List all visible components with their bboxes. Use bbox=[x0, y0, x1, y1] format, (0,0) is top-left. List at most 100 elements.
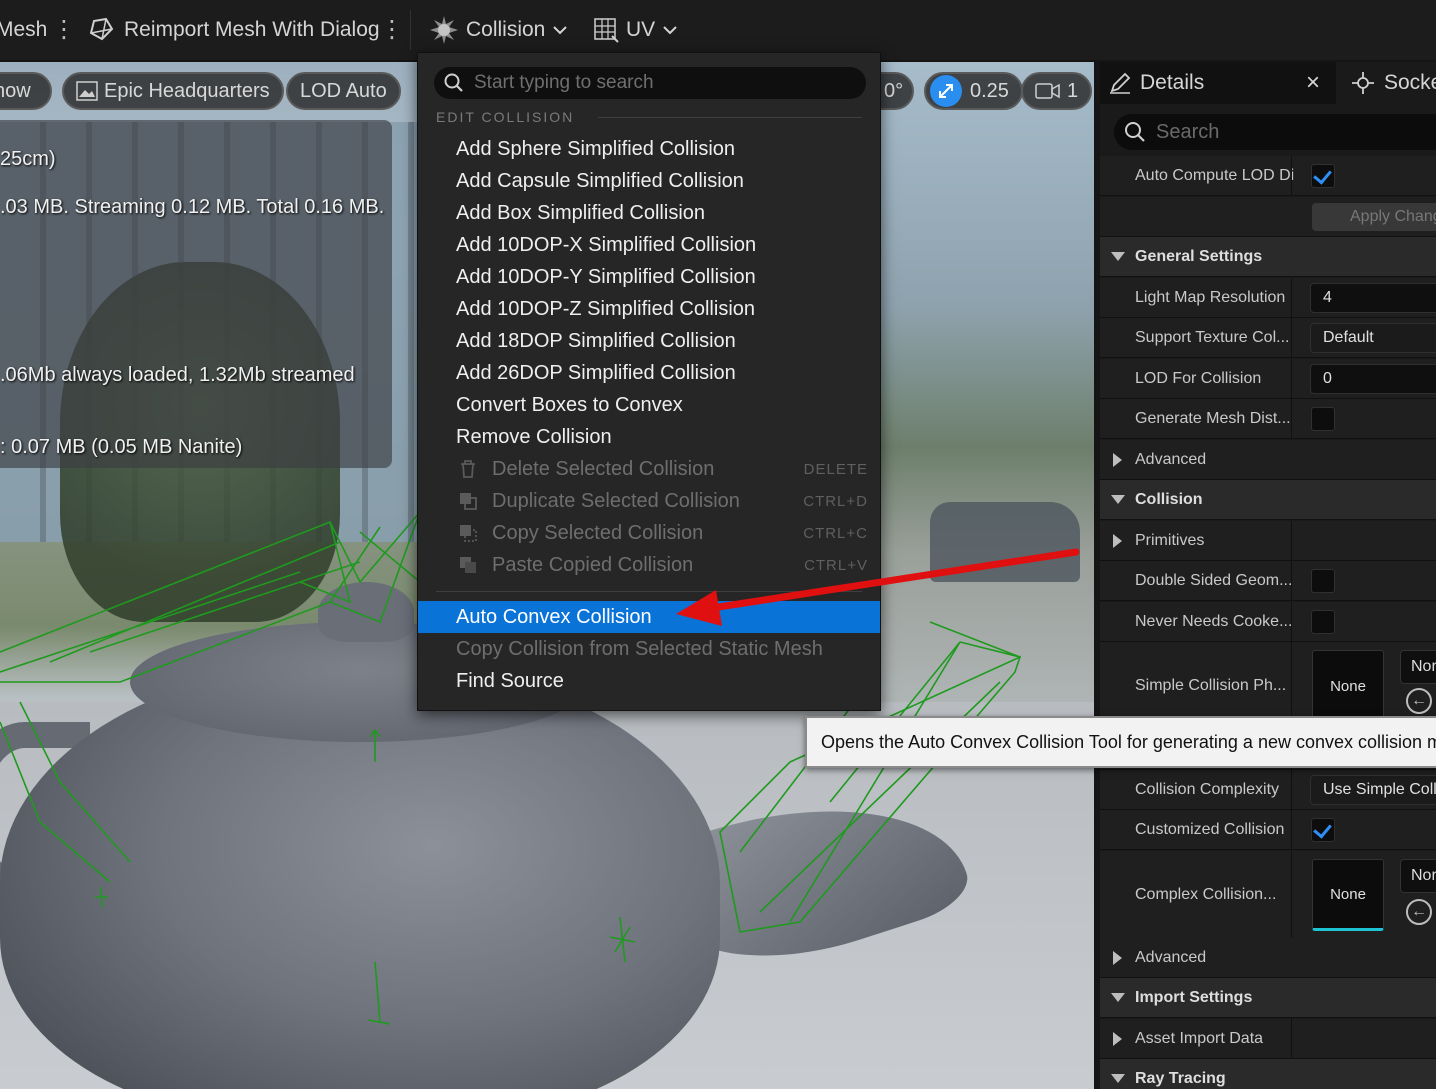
copy-icon bbox=[460, 525, 477, 542]
light-map-resolution-input[interactable]: 4 bbox=[1310, 283, 1436, 313]
primitives-row[interactable]: Primitives bbox=[1100, 521, 1436, 561]
search-icon bbox=[444, 73, 463, 92]
mesh-label: Mesh bbox=[0, 18, 48, 41]
asset-import-data-row[interactable]: Asset Import Data bbox=[1100, 1019, 1436, 1059]
collision-category-label: Collision bbox=[1135, 491, 1203, 508]
show-menu-pill[interactable]: how bbox=[0, 72, 52, 110]
menu-search-input[interactable]: Start typing to search bbox=[434, 67, 866, 99]
expanded-triangle-icon bbox=[1111, 1074, 1125, 1083]
advanced-collision-row[interactable]: Advanced bbox=[1100, 938, 1436, 978]
auto-compute-lod-label: Auto Compute LOD Di bbox=[1135, 167, 1295, 184]
lod-for-collision-input[interactable]: 0 bbox=[1310, 364, 1436, 394]
menu-item-add-capsule[interactable]: Add Capsule Simplified Collision bbox=[418, 165, 880, 197]
menu-item-duplicate-selected[interactable]: Duplicate Selected Collision CTRL+D bbox=[418, 485, 880, 517]
menu-item-find-source[interactable]: Find Source bbox=[418, 665, 880, 697]
lod-pill[interactable]: LOD Auto bbox=[286, 72, 401, 110]
complex-collision-row: Complex Collision... None Nor ← bbox=[1100, 851, 1436, 939]
menu-item-add-10dop-x[interactable]: Add 10DOP-X Simplified Collision bbox=[418, 229, 880, 261]
simple-collision-asset-picker[interactable]: Nor bbox=[1400, 650, 1436, 684]
complex-collision-label: Complex Collision... bbox=[1135, 886, 1277, 903]
double-sided-checkbox[interactable] bbox=[1311, 569, 1335, 593]
apply-changes-button[interactable]: Apply Chang bbox=[1312, 203, 1436, 231]
trash-icon bbox=[461, 460, 475, 478]
stat-line: .03 MB. Streaming 0.12 MB. Total 0.16 MB… bbox=[0, 196, 385, 218]
menu-item-add-sphere[interactable]: Add Sphere Simplified Collision bbox=[418, 133, 880, 165]
menu-item-add-26dop[interactable]: Add 26DOP Simplified Collision bbox=[418, 357, 880, 389]
simple-collision-thumbnail[interactable]: None bbox=[1312, 650, 1384, 722]
scale-snap-pill[interactable]: 0.25 bbox=[924, 72, 1023, 110]
generate-mesh-dist-checkbox[interactable] bbox=[1311, 407, 1335, 431]
shortcut-label: CTRL+D bbox=[803, 492, 868, 510]
menu-item-add-10dop-z[interactable]: Add 10DOP-Z Simplified Collision bbox=[418, 293, 880, 325]
customized-collision-label: Customized Collision bbox=[1135, 821, 1285, 838]
auto-compute-lod-row: Auto Compute LOD Di bbox=[1100, 156, 1436, 196]
category-general-settings[interactable]: General Settings bbox=[1100, 237, 1436, 277]
collapsed-triangle-icon bbox=[1113, 1032, 1122, 1046]
reimport-mesh-button[interactable]: Reimport Mesh With Dialog bbox=[88, 0, 380, 60]
collision-complexity-dropdown[interactable]: Use Simple Colli bbox=[1310, 775, 1436, 805]
collision-dropdown-menu: Start typing to search EDIT COLLISION Ad… bbox=[417, 52, 881, 711]
details-search-placeholder: Search bbox=[1156, 120, 1220, 143]
simple-collision-ph-label: Simple Collision Ph... bbox=[1135, 677, 1287, 694]
tab-details[interactable]: Details bbox=[1108, 62, 1204, 104]
never-needs-cooked-checkbox[interactable] bbox=[1311, 610, 1335, 634]
menu-item-add-18dop[interactable]: Add 18DOP Simplified Collision bbox=[418, 325, 880, 357]
complex-collision-asset-picker[interactable]: Nor bbox=[1400, 859, 1436, 893]
stat-line: : 0.07 MB (0.05 MB Nanite) bbox=[0, 436, 243, 458]
uv-menu-button[interactable]: UV bbox=[592, 0, 685, 60]
tab-sockets[interactable]: Socke bbox=[1336, 62, 1436, 104]
details-search-input[interactable]: Search bbox=[1114, 114, 1436, 150]
menu-item-copy-selected[interactable]: Copy Selected Collision CTRL+C bbox=[418, 517, 880, 549]
complex-collision-thumbnail[interactable]: None bbox=[1312, 859, 1384, 931]
generate-mesh-dist-row: Generate Mesh Dist... bbox=[1100, 399, 1436, 439]
stat-line: .06Mb always loaded, 1.32Mb streamed bbox=[0, 364, 355, 386]
menu-item-auto-convex-collision[interactable]: Auto Convex Collision bbox=[418, 601, 880, 633]
menu-item-add-10dop-y[interactable]: Add 10DOP-Y Simplified Collision bbox=[418, 261, 880, 293]
auto-compute-lod-checkbox[interactable] bbox=[1311, 164, 1335, 188]
menu-item-delete-selected[interactable]: Delete Selected Collision DELETE bbox=[418, 453, 880, 485]
use-selected-icon[interactable]: ← bbox=[1406, 899, 1432, 925]
use-selected-icon[interactable]: ← bbox=[1406, 688, 1432, 714]
category-collision[interactable]: Collision bbox=[1100, 480, 1436, 520]
collision-complexity-row: Collision Complexity Use Simple Colli bbox=[1100, 770, 1436, 810]
collision-menu-button[interactable]: Collision bbox=[428, 0, 575, 60]
menu-divider bbox=[436, 591, 862, 592]
advanced-general-row[interactable]: Advanced bbox=[1100, 440, 1436, 480]
camera-speed-pill[interactable]: 1 bbox=[1021, 72, 1093, 110]
mesh-options-dots-icon[interactable]: ⋮ bbox=[52, 18, 76, 42]
reimport-options-dots-icon[interactable]: ⋮ bbox=[380, 18, 404, 42]
scale-snap-value: 0.25 bbox=[970, 79, 1009, 102]
toolbar-divider bbox=[410, 10, 411, 50]
advanced-label: Advanced bbox=[1135, 949, 1207, 966]
collision-menu-label: Collision bbox=[466, 18, 546, 41]
edit-collision-section-header: EDIT COLLISION bbox=[436, 109, 575, 125]
mesh-button[interactable]: Mesh bbox=[0, 0, 47, 60]
reimport-icon bbox=[89, 17, 114, 41]
close-tab-icon[interactable]: × bbox=[1306, 62, 1320, 104]
menu-item-add-box[interactable]: Add Box Simplified Collision bbox=[418, 197, 880, 229]
double-sided-row: Double Sided Geom... bbox=[1100, 561, 1436, 601]
menu-search-placeholder: Start typing to search bbox=[474, 72, 654, 93]
ray-tracing-label: Ray Tracing bbox=[1135, 1070, 1226, 1087]
customized-collision-row: Customized Collision bbox=[1100, 810, 1436, 850]
menu-item-copy-from-static-mesh[interactable]: Copy Collision from Selected Static Mesh bbox=[418, 633, 880, 665]
landscape-icon bbox=[76, 81, 98, 101]
generate-mesh-dist-label: Generate Mesh Dist... bbox=[1135, 410, 1291, 427]
support-texture-dropdown[interactable]: Default bbox=[1310, 323, 1436, 353]
primitives-label: Primitives bbox=[1135, 532, 1205, 549]
tab-details-label: Details bbox=[1140, 71, 1205, 94]
customized-collision-checkbox[interactable] bbox=[1311, 818, 1335, 842]
environment-pill[interactable]: Epic Headquarters bbox=[62, 72, 284, 110]
advanced-label: Advanced bbox=[1135, 451, 1207, 468]
menu-item-paste-copied[interactable]: Paste Copied Collision CTRL+V bbox=[418, 549, 880, 581]
category-import-settings[interactable]: Import Settings bbox=[1100, 978, 1436, 1018]
expanded-triangle-icon bbox=[1111, 993, 1125, 1002]
lod-for-collision-row: LOD For Collision 0 bbox=[1100, 359, 1436, 399]
viewport-stats-overlay: 25cm) .03 MB. Streaming 0.12 MB. Total 0… bbox=[0, 120, 392, 468]
shortcut-label: CTRL+C bbox=[803, 524, 868, 542]
menu-item-convert-boxes[interactable]: Convert Boxes to Convex bbox=[418, 389, 880, 421]
uv-grid-icon bbox=[594, 18, 619, 43]
category-ray-tracing[interactable]: Ray Tracing bbox=[1100, 1059, 1436, 1089]
menu-item-remove-collision[interactable]: Remove Collision bbox=[418, 421, 880, 453]
light-map-resolution-row: Light Map Resolution 4 bbox=[1100, 278, 1436, 318]
